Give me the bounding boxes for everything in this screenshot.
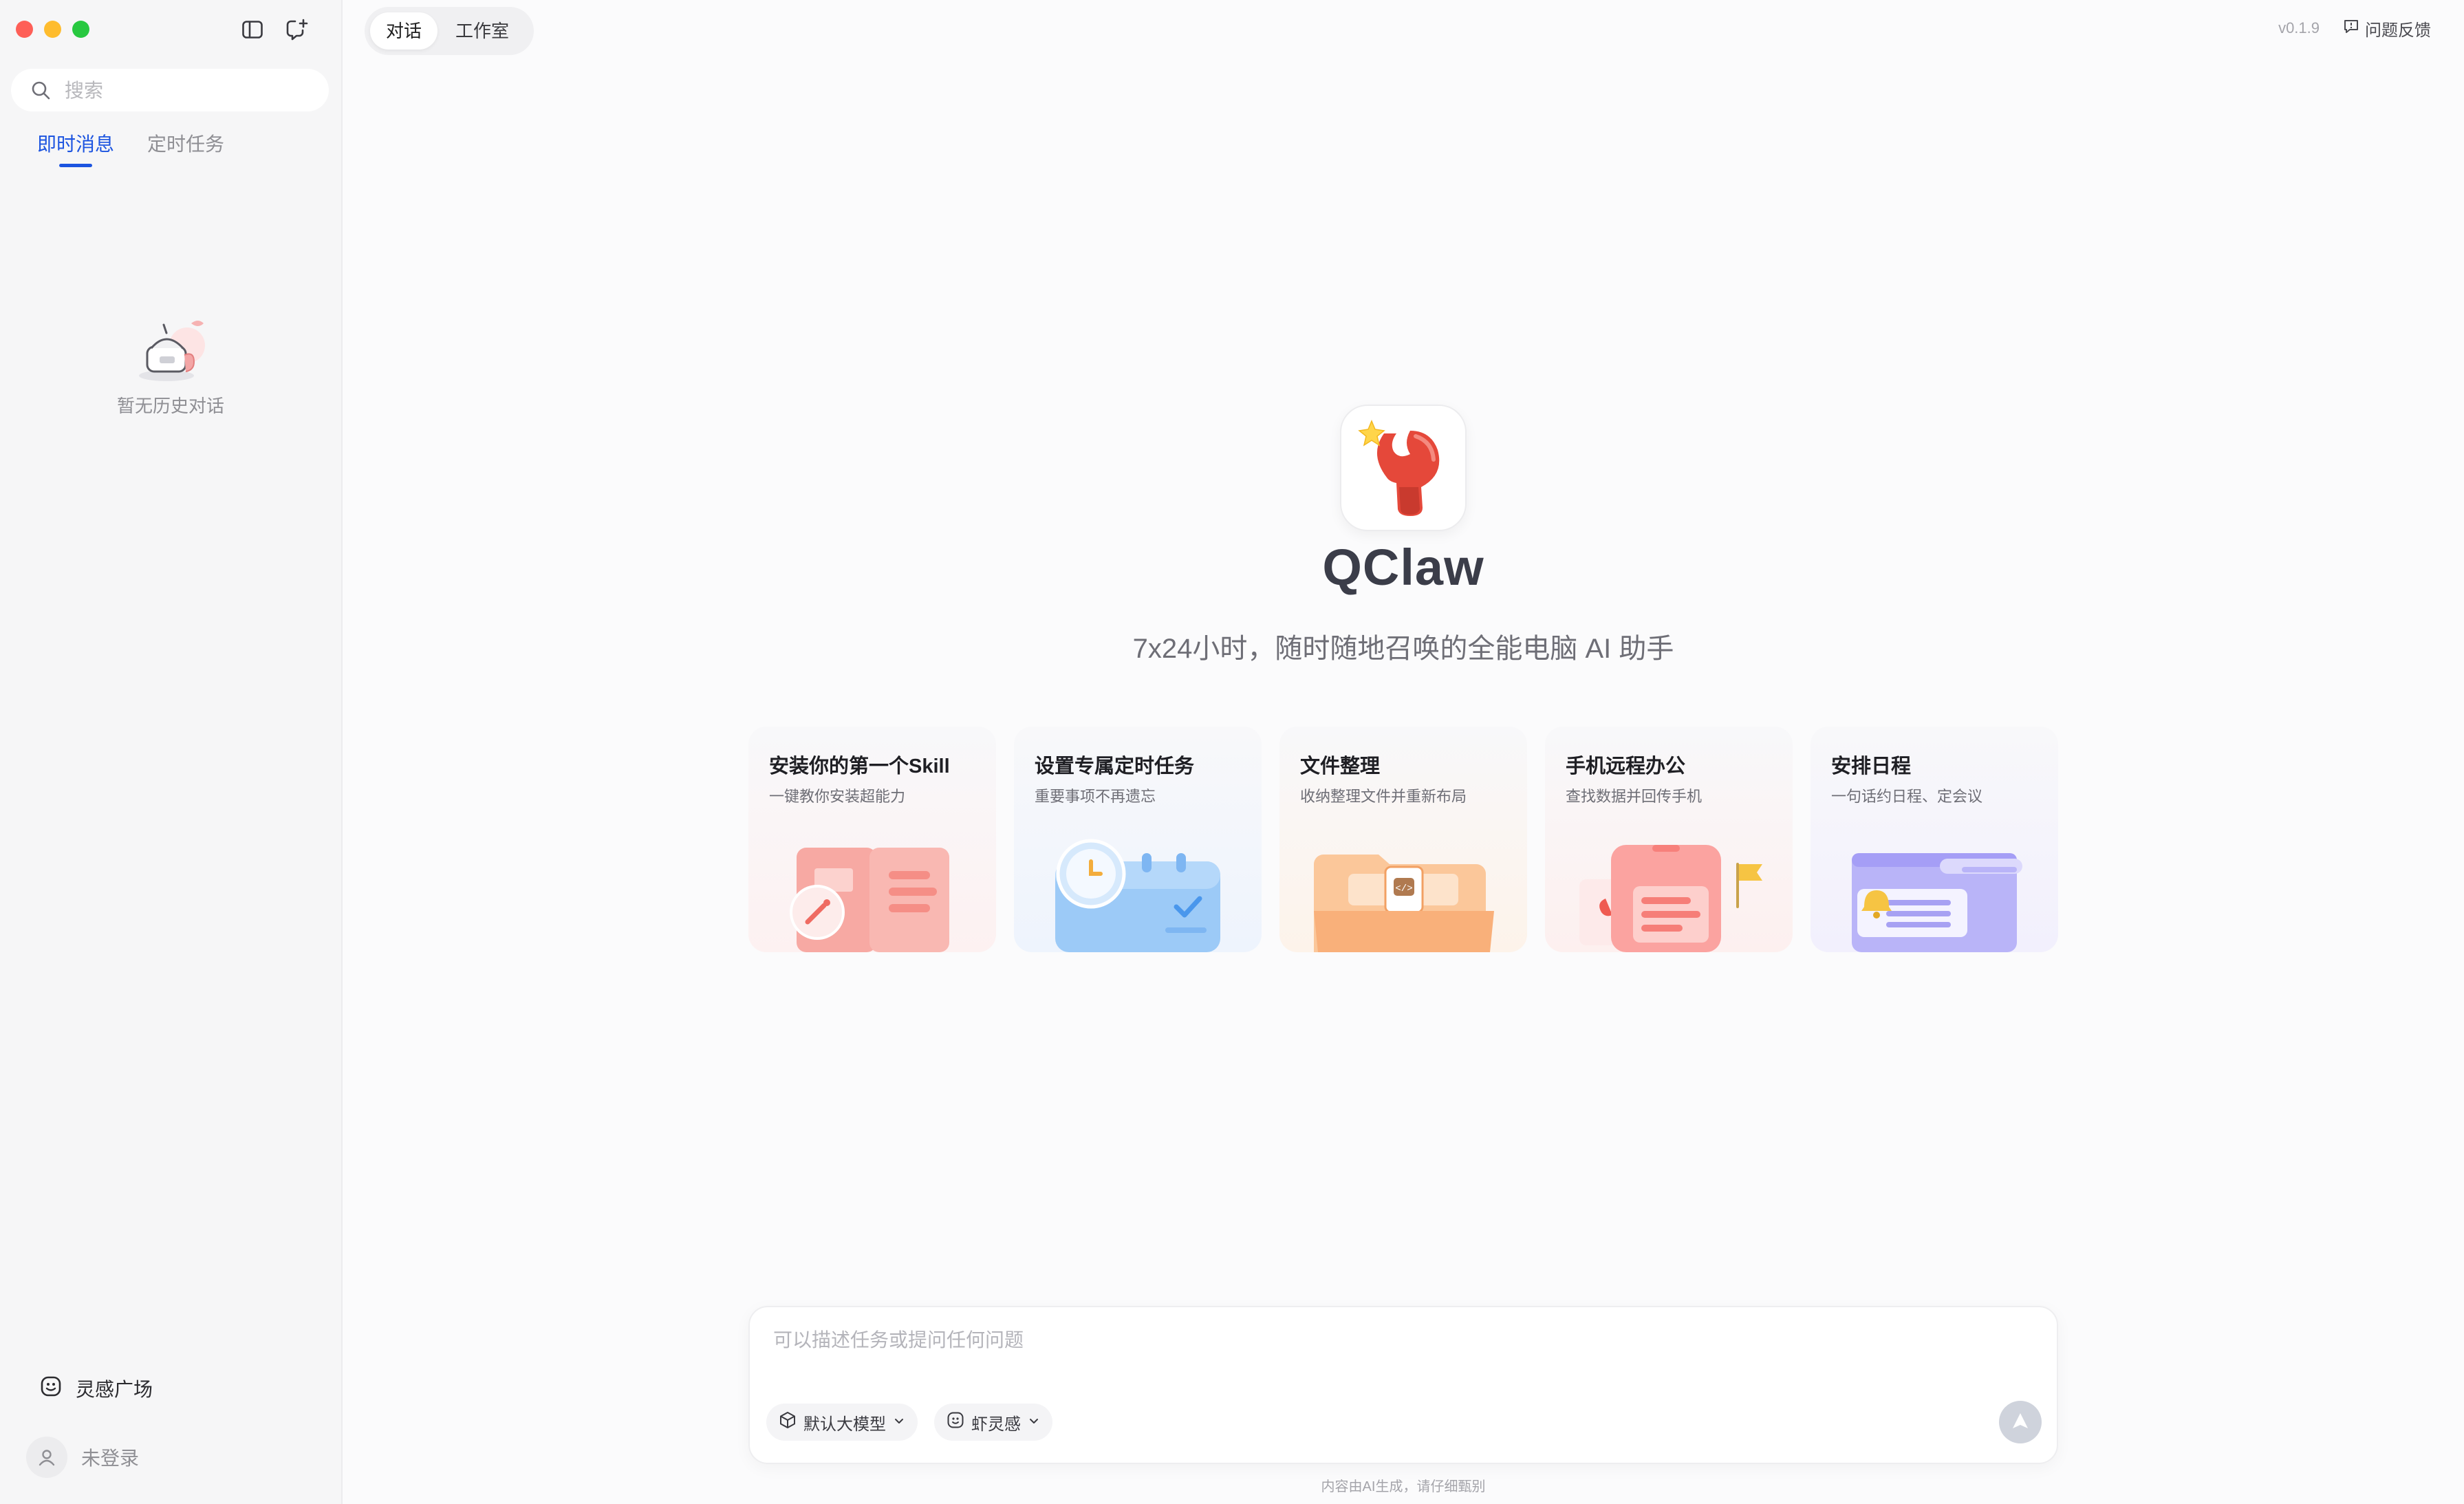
inspiration-plaza-label: 灵感广场 — [76, 1379, 153, 1400]
suggestion-card-install-skill[interactable]: 安装你的第一个Skill 一键教你安装超能力 — [748, 727, 996, 952]
avatar — [26, 1437, 67, 1478]
claw-icon — [1358, 420, 1440, 516]
ai-disclaimer: 内容由AI生成，请仔细甄别 — [1321, 1479, 1486, 1494]
search-input[interactable] — [63, 69, 321, 113]
inspiration-selector[interactable]: 虾灵感 — [934, 1404, 1052, 1441]
window-minimize-button[interactable] — [44, 21, 61, 38]
active-tab-indicator — [59, 164, 92, 167]
suggestion-card-scheduled-task[interactable]: 设置专属定时任务 重要事项不再遗忘 — [1014, 727, 1262, 952]
chat-input[interactable] — [772, 1324, 2027, 1368]
svg-text:</>: </> — [1395, 883, 1412, 894]
user-status-label: 未登录 — [81, 1448, 140, 1469]
brand-name: QClaw — [1322, 539, 1484, 596]
sidebar: 即时消息 定时任务 暂无历史对话 灵感广场 — [0, 0, 343, 1504]
book-wand-icon — [790, 848, 949, 952]
window-zoom-button[interactable] — [72, 21, 89, 38]
send-button[interactable] — [1999, 1401, 2042, 1443]
tab-studio[interactable]: 工作室 — [442, 12, 523, 50]
empty-history-text: 暂无历史对话 — [116, 396, 224, 416]
chat-composer: 默认大模型 虾灵感 — [748, 1306, 2058, 1464]
version-label: v0.1.9 — [2278, 19, 2320, 36]
smile-icon — [947, 1411, 964, 1434]
search-box[interactable] — [11, 69, 329, 113]
suggestion-card-schedule[interactable]: 安排日程 一句话约日程、定会议 — [1811, 727, 2058, 952]
suggestion-card-remote-office[interactable]: 手机远程办公 查找数据并回传手机 — [1545, 727, 1793, 952]
schedule-bell-icon — [1852, 853, 2022, 952]
feedback-icon — [2343, 18, 2359, 39]
user-login-entry[interactable]: 未登录 — [26, 1437, 139, 1478]
clock-calendar-icon — [1055, 839, 1220, 952]
inspiration-selector-label: 虾灵感 — [971, 1415, 1021, 1434]
mode-switcher: 对话 工作室 — [365, 7, 534, 55]
tab-instant-messages[interactable]: 即时消息 — [37, 131, 114, 158]
app-logo — [1340, 405, 1467, 531]
feedback-button[interactable]: 问题反馈 — [2343, 17, 2431, 41]
chevron-down-icon — [893, 1412, 905, 1432]
search-icon — [30, 80, 51, 100]
cube-icon — [779, 1411, 797, 1434]
new-chat-icon[interactable] — [283, 17, 311, 43]
phone-flag-icon — [1579, 845, 1762, 952]
app-window: 即时消息 定时任务 暂无历史对话 灵感广场 — [0, 0, 2464, 1504]
folder-icon: </> — [1314, 855, 1494, 952]
model-selector[interactable]: 默认大模型 — [766, 1404, 918, 1441]
tab-chat[interactable]: 对话 — [370, 12, 437, 50]
empty-history-illustration — [124, 310, 220, 392]
smile-icon — [40, 1375, 62, 1402]
chevron-down-icon — [1028, 1412, 1040, 1432]
feedback-label: 问题反馈 — [2365, 21, 2431, 40]
hero-subtitle: 7x24小时，随时随地召唤的全能电脑 AI 助手 — [1132, 634, 1674, 664]
sidebar-toggle-icon[interactable] — [239, 18, 266, 41]
suggestion-card-file-organize[interactable]: 文件整理 收纳整理文件并重新布局 </> — [1279, 727, 1527, 952]
inspiration-plaza-link[interactable]: 灵感广场 — [40, 1375, 153, 1402]
model-selector-label: 默认大模型 — [803, 1415, 886, 1434]
window-close-button[interactable] — [16, 21, 33, 38]
tab-scheduled-tasks[interactable]: 定时任务 — [147, 131, 224, 158]
send-icon — [2010, 1410, 2031, 1435]
main-panel: 对话 工作室 v0.1.9 问题反馈 QClaw 7x24小时，随时随地召唤的全… — [343, 0, 2464, 1504]
suggestion-cards: 安装你的第一个Skill 一键教你安装超能力 设置专属定时任务 重要事项不再遗忘 — [748, 727, 2058, 952]
